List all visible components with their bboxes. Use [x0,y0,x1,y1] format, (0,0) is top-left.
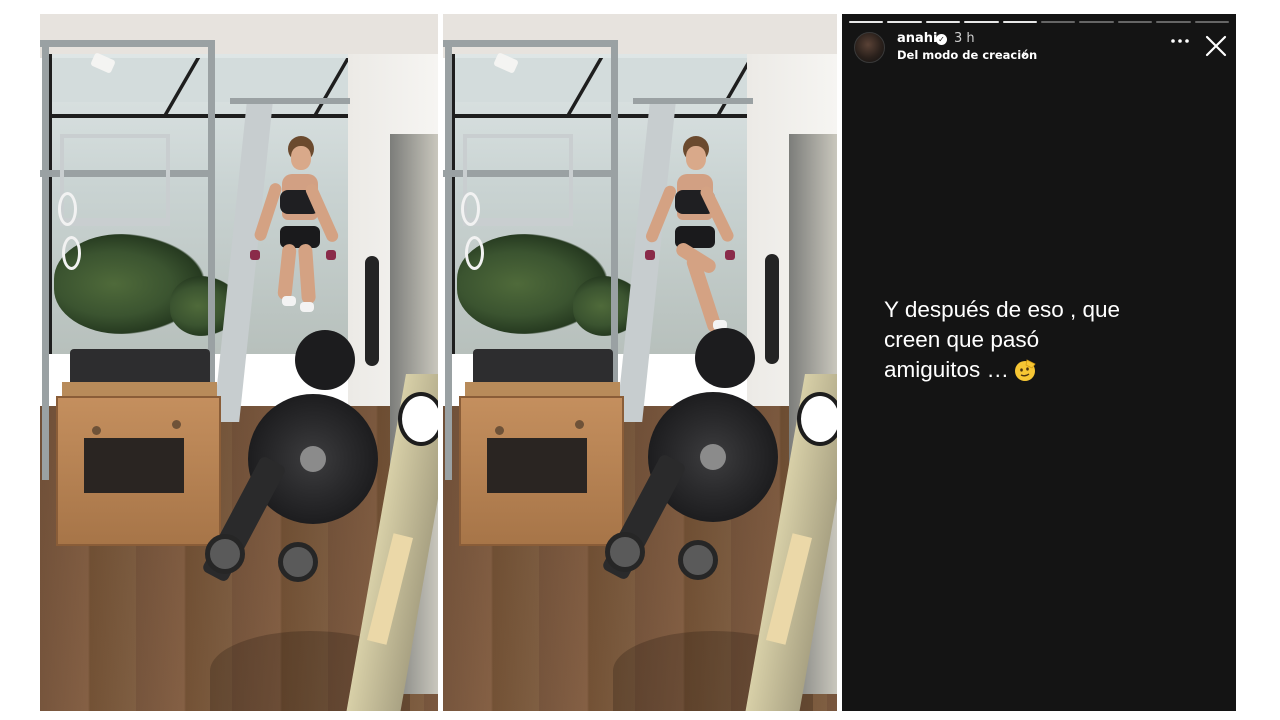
abcoaster-badge [797,392,837,446]
avatar[interactable] [854,32,885,63]
more-options-icon[interactable] [1170,34,1190,48]
progress-segment [1002,21,1038,23]
progress-segment [1079,21,1114,23]
progress-segment [849,21,884,23]
progress-segment [1194,21,1230,23]
verified-badge-icon: ✓ [936,34,947,45]
gym-scene [443,14,837,711]
caption-line: amiguitos … [884,355,1204,385]
chevron-right-icon[interactable]: › [1022,47,1027,61]
creation-mode-link[interactable]: Del modo de creación [897,48,1037,62]
abcoaster-badge [398,392,438,446]
caption-line: Y después de eso , que [884,297,1121,322]
gym-photo-1 [40,14,438,711]
progress-segment [1041,21,1076,23]
close-icon[interactable] [1204,34,1228,58]
progress-segment [1156,21,1191,23]
story-progress-bar [849,21,1230,23]
story-time: 3 h [954,31,975,46]
story-viewer[interactable]: anahi ✓ 3 h Del modo de creación › Y des… [842,14,1236,711]
saluting-face-emoji-icon [1013,358,1037,382]
gym-scene [40,14,438,711]
caption-line: creen que pasó [884,327,1040,352]
story-caption: Y después de eso , que creen que pasó am… [884,295,1204,385]
progress-segment [887,21,922,23]
progress-segment [925,21,961,23]
gym-photo-2 [443,14,837,711]
progress-segment [964,21,999,23]
username[interactable]: anahi [897,31,938,46]
progress-segment [1117,21,1153,23]
